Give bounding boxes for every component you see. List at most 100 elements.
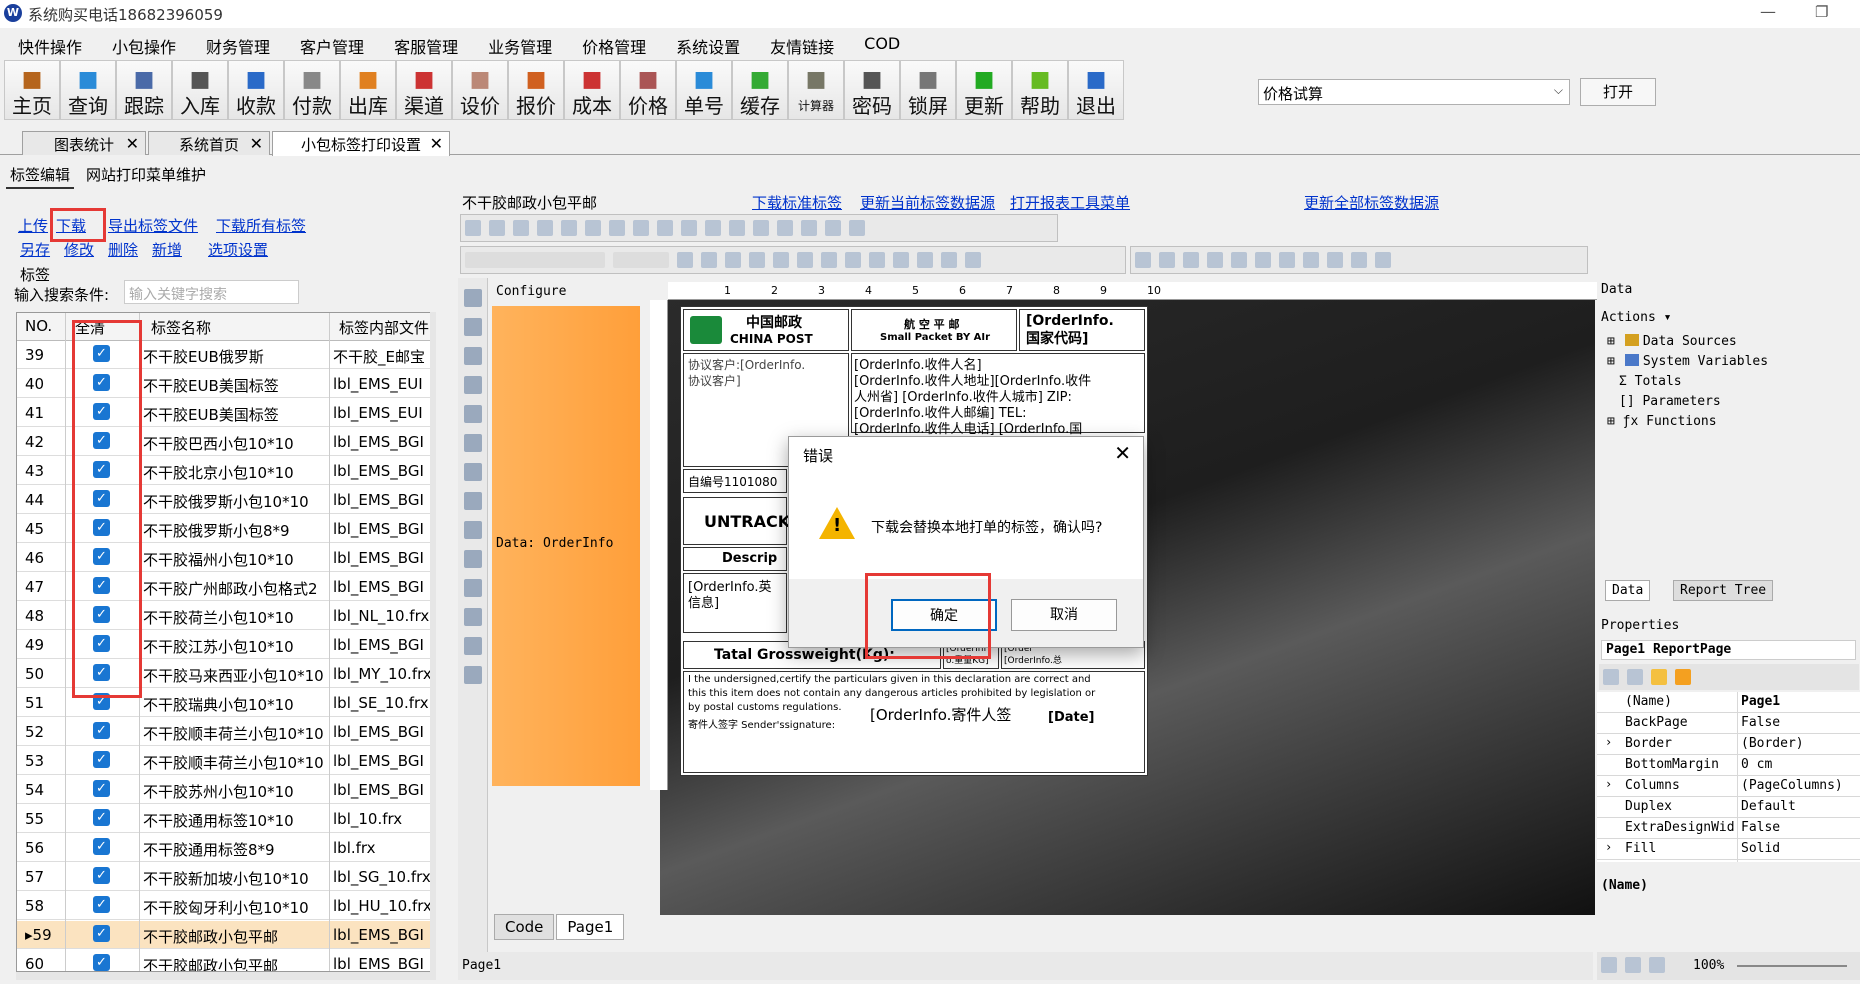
toolbar-button[interactable]: ■ 更新 [956,60,1012,120]
chart-object-icon[interactable] [464,579,482,597]
air-mail-box[interactable]: 航 空 平 邮 Small Packet BY AIr [851,309,1017,351]
ungroup-icon[interactable] [849,220,865,236]
recipient-box[interactable]: [OrderInfo.收件人名] [OrderInfo.收件人地址][Order… [851,353,1145,437]
preview-icon[interactable] [561,220,577,236]
toolbar-button[interactable]: ■ 设价 [452,60,508,120]
bold-icon[interactable] [677,252,693,268]
download-all-link[interactable]: 下载所有标签 [216,215,306,236]
untracked-box[interactable]: UNTRACKE [683,497,801,545]
actions-dropdown[interactable]: Actions ▾ [1601,310,1671,325]
property-row[interactable]: › Columns (PageColumns) [1597,776,1860,797]
tree-functions[interactable]: ⊞ ƒx Functions [1607,414,1717,429]
save-as-link[interactable]: 另存 [20,239,50,260]
table-row[interactable]: 54 ✓ 不干胶苏州小包10*10 lbl_EMS_BGI [17,776,435,804]
property-row[interactable]: ExtraDesignWid False [1597,818,1860,839]
align-right-icon[interactable] [797,252,813,268]
table-row[interactable]: 53 ✓ 不干胶顺丰荷兰小包10*10 lbl_EMS_BGI [17,747,435,775]
highlight-icon[interactable] [941,252,957,268]
table-row[interactable]: 60 ✓ 不干胶邮政小包平邮 lbl_EMS_BGI [17,950,435,971]
toolbar-button[interactable]: ■ 计算器 [788,60,844,120]
border-left-icon[interactable] [1183,252,1199,268]
country-code-box[interactable]: [OrderInfo. 国家代码] [1019,309,1145,351]
item-info-box[interactable]: [OrderInfo.英 信息] [683,573,787,633]
row-checkbox[interactable]: ✓ [93,896,110,913]
update-all-datasources-link[interactable]: 更新全部标签数据源 [1304,192,1439,213]
shape-object-icon[interactable] [464,376,482,394]
subreport-icon[interactable] [464,405,482,423]
toolbar-button[interactable]: ■ 成本 [564,60,620,120]
serial-box[interactable]: 自编号1101080 [683,469,787,493]
row-checkbox[interactable]: ✓ [93,780,110,797]
valign-top-icon[interactable] [845,252,861,268]
header-internal-file[interactable]: 标签内部文件 [339,317,429,338]
price-calc-select[interactable]: 价格试算 ⌵ [1258,79,1570,105]
properties-icon[interactable] [1651,669,1667,685]
border-right-icon[interactable] [1207,252,1223,268]
close-icon[interactable]: ✕ [126,134,139,153]
menu-settings[interactable]: 系统设置 [658,30,752,58]
page-view-icon[interactable] [1601,957,1617,973]
close-icon[interactable]: ✕ [1114,441,1131,465]
toolbar-button[interactable]: ■ 主页 [4,60,60,120]
property-value[interactable]: (Border) [1741,736,1804,751]
whole-page-icon[interactable] [1649,957,1665,973]
declaration-box[interactable]: I the undersigned,certify the particular… [683,671,1145,773]
open-button[interactable]: 打开 [1580,78,1656,106]
chevron-right-icon[interactable]: › [1605,840,1612,854]
tab-web-print-menu[interactable]: 网站打印菜单维护 [82,162,210,189]
chevron-right-icon[interactable]: › [1605,777,1612,791]
toolbar-button[interactable]: ■ 退出 [1068,60,1124,120]
align-center-icon[interactable] [773,252,789,268]
header-no[interactable]: NO. [25,317,52,335]
toolbar-button[interactable]: ■ 缓存 [732,60,788,120]
export-label-file-link[interactable]: 导出标签文件 [108,215,198,236]
menu-packet-ops[interactable]: 小包操作 [94,30,188,58]
upload-link[interactable]: 上传 [18,215,48,236]
digital-number-icon[interactable] [464,608,482,626]
cancel-button[interactable]: 取消 [1011,599,1117,631]
property-value[interactable]: False [1741,820,1780,835]
paste-icon[interactable] [729,220,745,236]
table-row[interactable]: 58 ✓ 不干胶匈牙利小包10*10 lbl_HU_10.frx [17,892,435,920]
row-checkbox[interactable]: ✓ [93,809,110,826]
menu-finance[interactable]: 财务管理 [188,30,282,58]
checkbox-object-icon[interactable] [464,550,482,568]
shadow-icon[interactable] [1279,252,1295,268]
table-row[interactable]: 52 ✓ 不干胶顺丰荷兰小包10*10 lbl_EMS_BGI [17,718,435,746]
property-row[interactable]: Duplex Default [1597,797,1860,818]
pointer-icon[interactable] [464,289,482,307]
menu-business[interactable]: 业务管理 [470,30,564,58]
underline-icon[interactable] [725,252,741,268]
tab-home[interactable]: 系统首页 ✕ [148,131,270,155]
grid-horizontal-scrollbar[interactable] [16,972,436,980]
line-width-icon[interactable] [1351,252,1367,268]
property-value[interactable]: Solid [1741,841,1780,856]
toolbar-button[interactable]: ■ 查询 [60,60,116,120]
toolbar-button[interactable]: ■ 报价 [508,60,564,120]
line-color-icon[interactable] [1327,252,1343,268]
toolbar-button[interactable]: ■ 渠道 [396,60,452,120]
row-checkbox[interactable]: ✓ [93,722,110,739]
download-standard-label-link[interactable]: 下载标准标签 [752,192,842,213]
table-row[interactable]: ▸59 ✓ 不干胶邮政小包平邮 lbl_EMS_BGI [17,921,435,949]
tab-label-edit[interactable]: 标签编辑 [6,162,75,189]
row-checkbox[interactable]: ✓ [93,838,110,855]
save-all-icon[interactable] [537,220,553,236]
save-icon[interactable] [513,220,529,236]
valign-bottom-icon[interactable] [893,252,909,268]
redo-icon[interactable] [801,220,817,236]
tree-totals[interactable]: Σ Totals [1619,374,1682,389]
border-top-icon[interactable] [1135,252,1151,268]
table-object-icon[interactable] [464,434,482,452]
toolbar-button[interactable]: ■ 锁屏 [900,60,956,120]
page-setup-icon[interactable] [657,220,673,236]
font-size-select[interactable] [613,252,669,268]
edit-link[interactable]: 修改 [64,239,94,260]
search-input[interactable]: 输入关键字搜索 [124,280,299,304]
format-painter-icon[interactable] [753,220,769,236]
picture-object-icon[interactable] [464,347,482,365]
property-value[interactable]: (PageColumns) [1741,778,1843,793]
toolbar-button[interactable]: ■ 跟踪 [116,60,172,120]
property-row[interactable]: BackPage False [1597,713,1860,734]
delete-page-icon[interactable] [633,220,649,236]
